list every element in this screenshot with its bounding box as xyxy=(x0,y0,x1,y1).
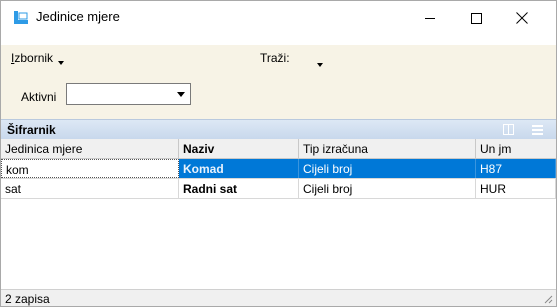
close-icon xyxy=(516,12,528,24)
resize-grip-icon[interactable] xyxy=(543,294,553,304)
minimize-icon xyxy=(425,17,435,19)
menu-trazi[interactable]: Traži: xyxy=(260,51,290,65)
grid-caption-title: Šifrarnik xyxy=(7,123,56,137)
cell-unjm[interactable]: HUR xyxy=(476,179,556,198)
close-button[interactable] xyxy=(499,1,545,35)
trazi-dropdown-icon[interactable] xyxy=(317,63,323,67)
window-title: Jedinice mjere xyxy=(36,9,120,24)
grid-caption: Šifrarnik xyxy=(1,119,556,139)
window: Jedinice mjere Izbornik Traži: Aktivni Š… xyxy=(0,0,557,307)
aktivni-label: Aktivni xyxy=(21,90,57,104)
cell-jedinica[interactable]: kom xyxy=(1,159,179,178)
column-headers: Jedinica mjere Naziv Tip izračuna Un jm xyxy=(1,139,556,159)
status-bar: 2 zapisa xyxy=(1,289,556,306)
table-row[interactable]: sat Radni sat Cijeli broj HUR xyxy=(1,179,556,199)
list-icon[interactable] xyxy=(532,124,543,135)
chevron-down-icon[interactable] xyxy=(177,92,185,97)
data-grid[interactable]: Jedinica mjere Naziv Tip izračuna Un jm … xyxy=(1,139,556,289)
chevron-down-icon xyxy=(58,61,65,65)
cell-tip[interactable]: Cijeli broj xyxy=(299,159,476,178)
cell-naziv[interactable]: Radni sat xyxy=(179,179,299,198)
columns-icon[interactable] xyxy=(503,124,514,135)
cell-jedinica[interactable]: sat xyxy=(1,179,179,198)
menu-trazi-label: Traži: xyxy=(260,51,290,65)
column-header-tip[interactable]: Tip izračuna xyxy=(299,139,476,159)
aktivni-combobox[interactable] xyxy=(66,83,191,105)
menu-bar: Izbornik Traži: xyxy=(1,45,556,71)
title-bar[interactable]: Jedinice mjere xyxy=(1,1,556,35)
filter-panel: Aktivni xyxy=(1,71,556,119)
column-header-unjm[interactable]: Un jm xyxy=(476,139,556,159)
minimize-button[interactable] xyxy=(407,1,453,35)
cell-unjm[interactable]: H87 xyxy=(476,159,556,178)
app-window-icon xyxy=(14,11,28,24)
column-header-naziv[interactable]: Naziv xyxy=(179,139,299,159)
menu-izbornik[interactable]: Izbornik xyxy=(11,51,65,65)
cell-tip[interactable]: Cijeli broj xyxy=(299,179,476,198)
column-header-jedinica[interactable]: Jedinica mjere xyxy=(1,139,179,159)
table-row[interactable]: kom Komad Cijeli broj H87 xyxy=(1,159,556,179)
cell-naziv[interactable]: Komad xyxy=(179,159,299,178)
record-count: 2 zapisa xyxy=(5,292,50,306)
menu-izbornik-label: zbornik xyxy=(14,51,54,65)
maximize-button[interactable] xyxy=(453,1,499,35)
maximize-icon xyxy=(470,12,482,24)
